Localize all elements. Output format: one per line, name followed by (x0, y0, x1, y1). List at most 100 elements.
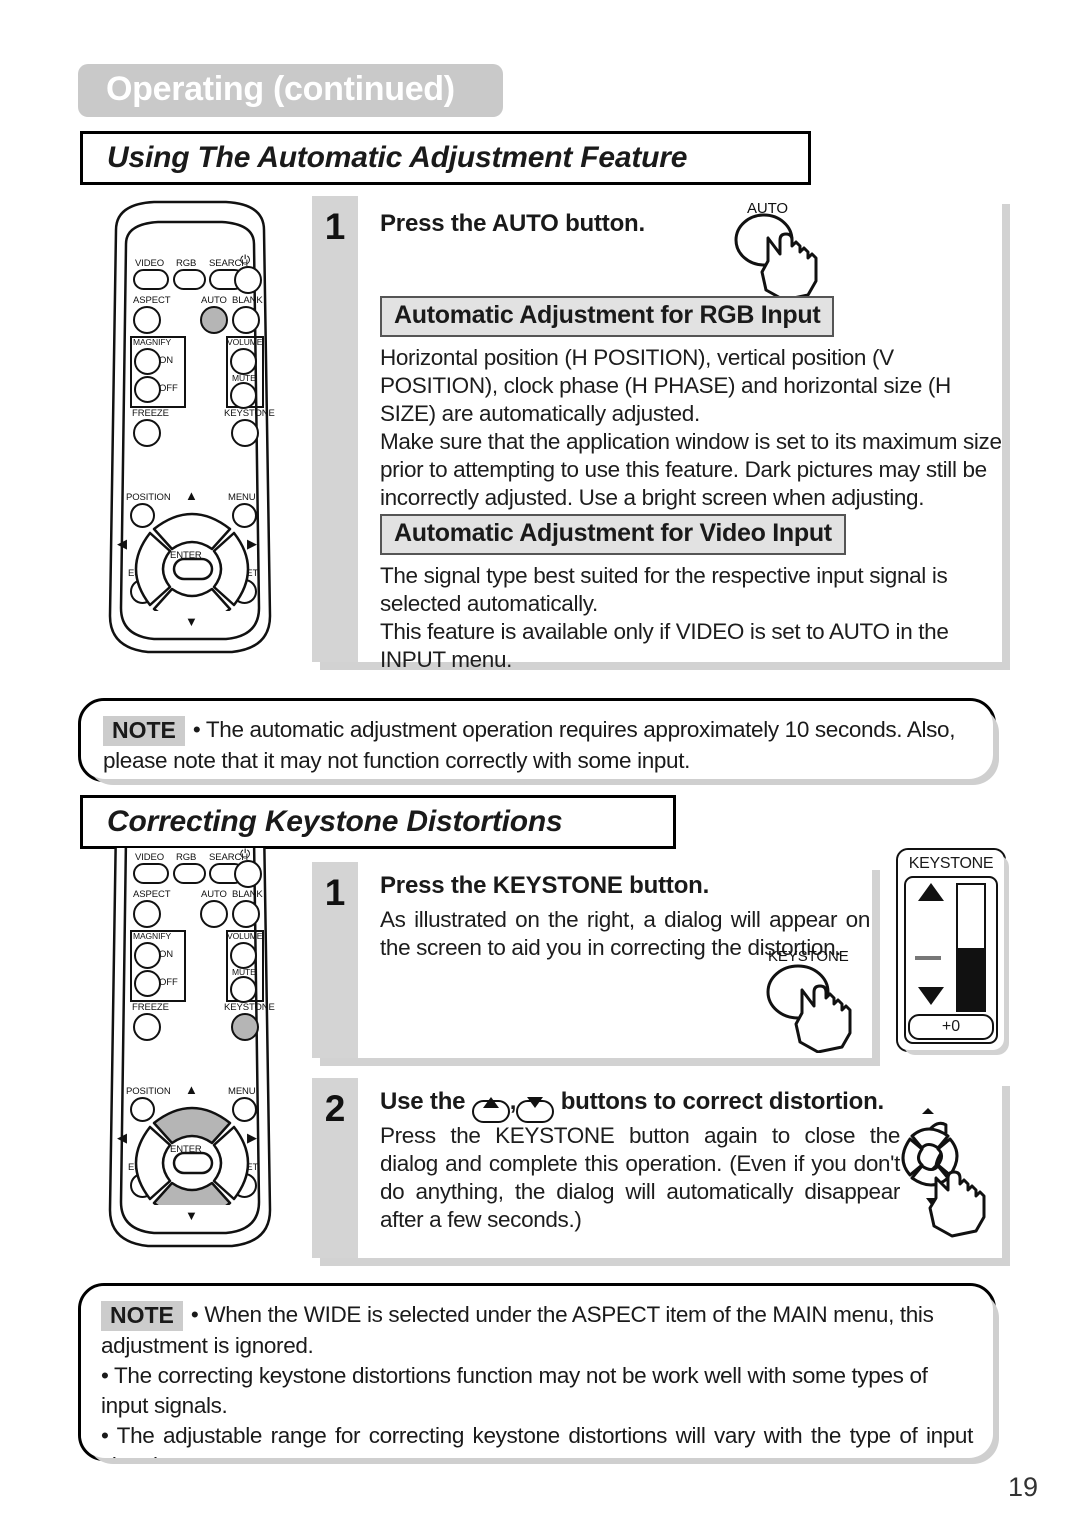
remote-label-freeze: FREEZE (132, 408, 169, 419)
remote-button-freeze[interactable] (133, 419, 161, 447)
remote-button-enter[interactable] (172, 1151, 214, 1175)
remote-label-magnify: MAGNIFY (133, 931, 172, 941)
remote-label-volume: VOLUME (227, 931, 263, 941)
remote-button-freeze[interactable] (133, 1013, 161, 1041)
note2-line-1: • When the WIDE is selected under the AS… (101, 1302, 934, 1358)
note-box-keystone: NOTE • When the WIDE is selected under th… (78, 1283, 999, 1464)
remote-dpad-up[interactable] (152, 512, 232, 551)
note2-line-2: • The correcting keystone distortions fu… (101, 1363, 928, 1418)
step-number: 1 (324, 206, 346, 247)
step-heading: Press the AUTO button. (380, 210, 645, 237)
step1-heading: Press the KEYSTONE button. (380, 872, 710, 899)
remote-button-rgb[interactable] (173, 863, 206, 884)
osd-slider-track[interactable] (956, 883, 986, 1012)
step1-number: 1 (324, 872, 346, 913)
remote-label-keystone: KEYSTONE (224, 408, 275, 419)
remote-dpad-right[interactable] (212, 1125, 250, 1201)
remote-arrow-mark-1: ▼ (185, 614, 198, 629)
remote-button-keystone[interactable] (231, 1013, 259, 1041)
remote-dpad-up[interactable] (152, 1106, 232, 1145)
remote-label-off: OFF (159, 977, 178, 988)
step2-heading: Use the , buttons to correct distortion. (380, 1088, 885, 1123)
remote-button-auto[interactable] (200, 900, 228, 928)
remote-label-rgb: RGB (176, 852, 197, 863)
remote-button-blank[interactable] (232, 306, 260, 334)
auto-button-icon-label: AUTO (747, 200, 788, 217)
remote-label-volume: VOLUME (227, 337, 263, 347)
subsection-body-rgb-2: Make sure that the application window is… (380, 429, 1002, 510)
remote-label-aspect: ASPECT (133, 295, 171, 306)
remote-button-power[interactable] (234, 266, 262, 294)
remote-dpad-right[interactable] (212, 531, 250, 607)
remote-button-video[interactable] (133, 269, 169, 290)
remote-button-aspect[interactable] (133, 900, 161, 928)
osd-down-arrow-icon[interactable] (918, 987, 944, 1005)
section-title-text: Using The Automatic Adjustment Feature (107, 141, 688, 174)
osd-value: +0 (941, 1018, 961, 1035)
remote-arrow-mark-2: ◀ (117, 1130, 127, 1145)
step2-heading-before: Use the (380, 1088, 466, 1115)
remote-label-magnify: MAGNIFY (133, 337, 172, 347)
note-text: • The automatic adjustment operation req… (103, 717, 956, 773)
note-label: NOTE (103, 716, 185, 746)
remote-button-power[interactable] (234, 860, 262, 888)
content-panel-keystone-step2: 2 Use the , buttons to correct distortio… (312, 1078, 1010, 1266)
remote-label-enter: ENTER (170, 1144, 202, 1155)
subsection-heading-video: Automatic Adjustment for Video Input (380, 514, 846, 555)
remote-arrow-mark-3: ▶ (247, 536, 257, 551)
remote-button-magnify-on[interactable] (134, 942, 161, 969)
remote-label-on: ON (159, 949, 174, 960)
dpad-press-icon (892, 1106, 1002, 1251)
remote-button-video[interactable] (133, 863, 169, 884)
osd-center-tick (915, 956, 941, 960)
content-panel-keystone-step1: 1 Press the KEYSTONE button. As illustra… (312, 862, 880, 1066)
remote-label-keystone: KEYSTONE (224, 1002, 275, 1013)
remote-button-mute[interactable] (230, 382, 257, 409)
keystone-button-icon-label: KEYSTONE (768, 948, 849, 965)
remote-label-blank: BLANK (232, 295, 263, 306)
remote-dpad-left[interactable] (134, 1125, 172, 1201)
remote-label-rgb: RGB (176, 258, 197, 269)
remote-button-magnify-off[interactable] (134, 376, 161, 403)
remote-arrow-mark-0: ▲ (185, 488, 198, 503)
remote-arrow-mark-1: ▼ (185, 1208, 198, 1223)
remote-button-magnify-off[interactable] (134, 970, 161, 997)
keystone-button-press-icon: KEYSTONE (752, 948, 882, 1054)
remote-button-auto[interactable] (200, 306, 228, 334)
manual-page: Operating (continued) Using The Automati… (0, 0, 1080, 1533)
step2-heading-after: buttons to correct distortion. (560, 1088, 885, 1115)
remote-button-magnify-on[interactable] (134, 348, 161, 375)
osd-up-arrow-icon[interactable] (918, 883, 944, 901)
remote-label-aspect: ASPECT (133, 889, 171, 900)
remote-label-blank: BLANK (232, 889, 263, 900)
down-button-glyph[interactable] (516, 1097, 555, 1123)
subsection-body-rgb-1: Horizontal position (H POSITION), vertic… (380, 345, 951, 426)
up-button-glyph[interactable] (471, 1097, 510, 1123)
remote-control-diagram-auto: VIDEO RGB SEARCH ⏻ ASPECT AUTO BLANK MAGNIFY ON O… (80, 196, 300, 661)
dpad-icon (901, 1108, 986, 1238)
remote-dpad-left[interactable] (134, 531, 172, 607)
remote-button-mute[interactable] (230, 976, 257, 1003)
osd-slider-fill (958, 947, 984, 1010)
content-panel-automatic-adjustment: 1 Press the AUTO button. AUTO Automatic … (312, 196, 1010, 672)
subsection-body-video-1: The signal type best suited for the resp… (380, 563, 948, 616)
osd-value-box: +0 (908, 1014, 994, 1040)
remote-button-enter[interactable] (172, 557, 214, 581)
remote-button-rgb[interactable] (173, 269, 206, 290)
remote-button-blank[interactable] (232, 900, 260, 928)
remote-button-aspect[interactable] (133, 306, 161, 334)
note2-line-3: • The adjustable range for correcting ke… (101, 1423, 973, 1458)
osd-title: KEYSTONE (908, 855, 994, 872)
remote-label-on: ON (159, 355, 174, 366)
page-title: Operating (continued) (106, 70, 455, 108)
page-header-pill: Operating (continued) (78, 64, 503, 117)
remote-buttons-layer: VIDEO RGB SEARCH ⏻ ASPECT AUTO BLANK MAGNIFY ON O… (80, 848, 300, 1260)
remote-buttons-layer: VIDEO RGB SEARCH ⏻ ASPECT AUTO BLANK MAGNIFY ON O… (80, 196, 300, 676)
remote-arrow-mark-3: ▶ (247, 1130, 257, 1145)
step2-body: Press the KEYSTONE button again to close… (380, 1123, 900, 1232)
remote-button-volume[interactable] (230, 942, 257, 969)
remote-button-keystone[interactable] (231, 419, 259, 447)
remote-button-volume[interactable] (230, 348, 257, 375)
remote-label-auto: AUTO (201, 889, 227, 900)
subsection-body-video-2: This feature is available only if VIDEO … (380, 619, 949, 672)
